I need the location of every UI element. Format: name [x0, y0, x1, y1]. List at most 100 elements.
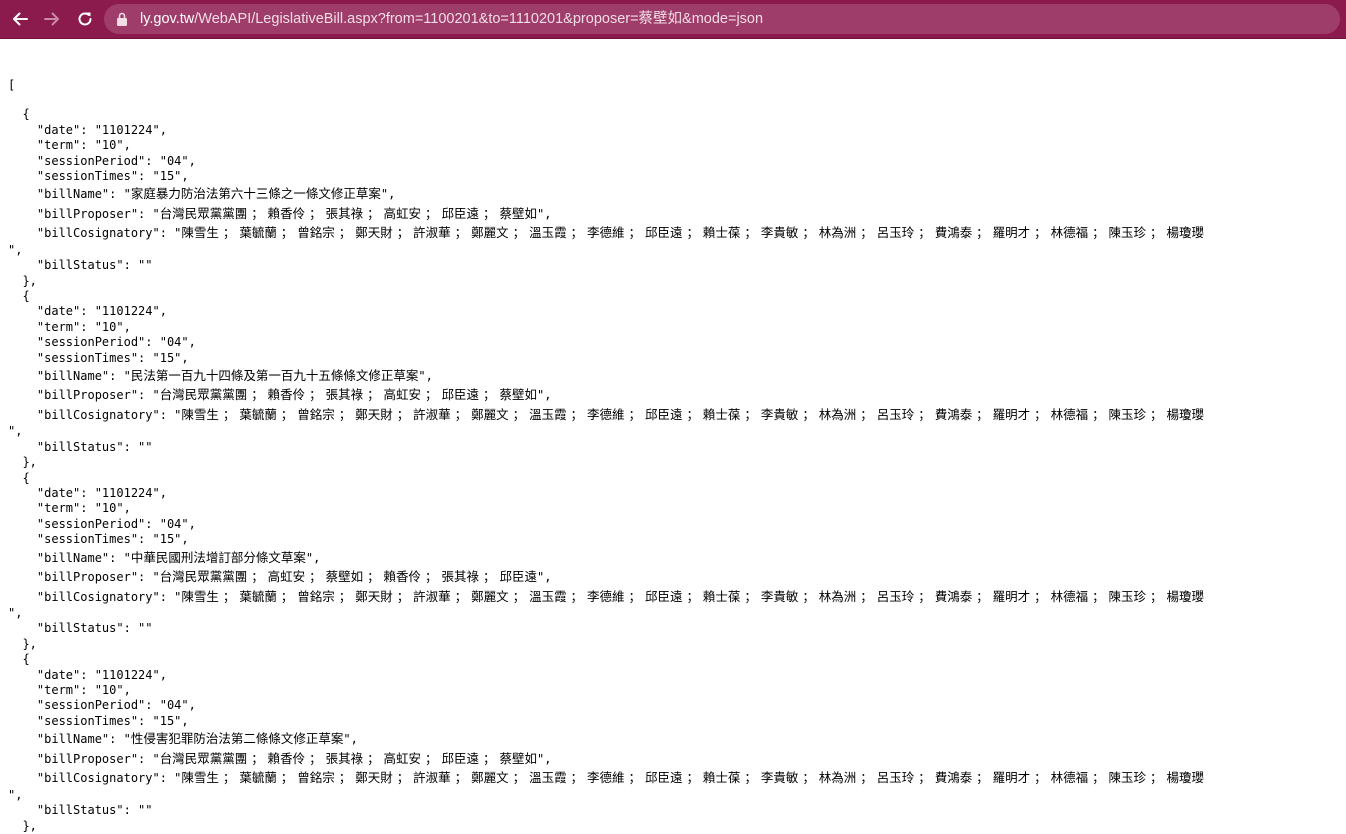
json-key-billCosignatory: "billCosignatory": "	[8, 407, 182, 422]
json-field-sessionPeriod: "sessionPeriod": "04",	[8, 698, 1346, 713]
json-punct: ",	[152, 122, 167, 137]
json-key-billStatus: "billStatus": "	[8, 621, 146, 636]
json-key-billName: "billName": "	[8, 550, 131, 565]
json-key-billName: "billName": "	[8, 187, 131, 202]
back-button[interactable]	[7, 6, 33, 32]
json-value-term: 10	[101, 683, 117, 698]
json-value-billName: 性侵害犯罪防治法第二條條文修正草案	[130, 731, 344, 747]
json-value-billProposer: 台灣民眾黨黨團 ； 高虹安 ； 蔡壁如 ； 賴香伶 ； 張其祿 ； 邱臣遠	[159, 569, 537, 585]
json-field-billStatus: "billStatus": ""	[8, 803, 1346, 818]
json-field-billStatus: "billStatus": ""	[8, 258, 1346, 273]
json-punct: ",	[116, 138, 131, 153]
json-field-term: "term": "10",	[8, 138, 1346, 153]
json-punct: ",	[536, 570, 552, 585]
json-field-billProposer: "billProposer": "台灣民眾黨黨團 ； 賴香伶 ； 張其祿 ； 高…	[8, 385, 1346, 405]
json-punct: ",	[536, 751, 552, 766]
url-text[interactable]: ly.gov.tw/WebAPI/LegislativeBill.aspx?fr…	[140, 10, 763, 28]
json-value-term: 10	[101, 501, 117, 516]
json-field-date: "date": "1101224",	[8, 668, 1346, 683]
json-key-sessionTimes: "sessionTimes": "	[8, 713, 160, 728]
browser-toolbar: ly.gov.tw/WebAPI/LegislativeBill.aspx?fr…	[0, 0, 1346, 39]
json-field-sessionTimes: "sessionTimes": "15",	[8, 714, 1346, 729]
json-key-sessionTimes: "sessionTimes": "	[8, 532, 160, 547]
json-value-sessionPeriod: 04	[166, 516, 182, 531]
url-host: ly.gov.tw	[140, 11, 195, 27]
json-object-close: },	[8, 455, 37, 470]
json-punct: ",	[152, 667, 167, 682]
json-value-sessionTimes: 15	[159, 532, 175, 547]
json-key-sessionTimes: "sessionTimes": "	[8, 350, 160, 365]
json-wrapped-tail: ",	[8, 787, 23, 802]
json-value-billProposer: 台灣民眾黨黨團 ； 賴香伶 ； 張其祿 ； 高虹安 ； 邱臣遠 ； 蔡壁如	[159, 205, 537, 221]
arrow-left-icon	[13, 12, 28, 26]
json-field-term: "term": "10",	[8, 320, 1346, 335]
json-value-date: 1101224	[101, 122, 153, 137]
json-key-billStatus: "billStatus": "	[8, 803, 146, 818]
json-field-sessionPeriod: "sessionPeriod": "04",	[8, 335, 1346, 350]
json-object-close: },	[8, 636, 37, 651]
json-field-billName: "billName": "性侵害犯罪防治法第二條條文修正草案",	[8, 729, 1346, 749]
json-object-close: },	[8, 818, 37, 833]
json-key-date: "date": "	[8, 667, 102, 682]
json-object-open: {	[8, 107, 30, 122]
json-key-term: "term": "	[8, 501, 102, 516]
json-punct: ",	[174, 350, 189, 365]
json-field-date: "date": "1101224",	[8, 486, 1346, 501]
json-key-billStatus: "billStatus": "	[8, 258, 146, 273]
json-value-billName: 中華民國刑法增訂部分條文草案	[130, 549, 306, 565]
json-punct: ",	[380, 187, 396, 202]
json-field-billName: "billName": "民法第一百九十四條及第一百九十五條條文修正草案",	[8, 366, 1346, 386]
json-field-billStatus: "billStatus": ""	[8, 621, 1346, 636]
lock-icon	[117, 12, 127, 26]
json-field-billCosignatory: "billCosignatory": "陳雪生 ； 葉毓蘭 ； 曾銘宗 ； 鄭天…	[8, 768, 1346, 788]
json-key-billProposer: "billProposer": "	[8, 751, 160, 766]
json-field-billCosignatory: "billCosignatory": "陳雪生 ； 葉毓蘭 ； 曾銘宗 ； 鄭天…	[8, 405, 1346, 425]
json-punct: ",	[174, 713, 189, 728]
json-value-term: 10	[101, 138, 117, 153]
json-object-open: {	[8, 289, 30, 304]
reload-button[interactable]	[72, 6, 98, 32]
json-punct: ",	[181, 516, 196, 531]
json-value-sessionPeriod: 04	[166, 153, 182, 168]
json-punct: ",	[116, 501, 131, 516]
json-value-date: 1101224	[101, 304, 153, 319]
json-field-sessionTimes: "sessionTimes": "15",	[8, 169, 1346, 184]
forward-button[interactable]	[39, 6, 65, 32]
json-field-billProposer: "billProposer": "台灣民眾黨黨團 ； 高虹安 ； 蔡壁如 ； 賴…	[8, 567, 1346, 587]
json-value-sessionPeriod: 04	[166, 698, 182, 713]
json-key-term: "term": "	[8, 683, 102, 698]
json-object-open: {	[8, 652, 30, 667]
json-punct: ",	[181, 698, 196, 713]
json-field-billCosignatory: "billCosignatory": "陳雪生 ； 葉毓蘭 ； 曾銘宗 ； 鄭天…	[8, 223, 1346, 243]
json-punct: ",	[305, 550, 321, 565]
json-punct: "	[145, 258, 153, 273]
json-key-billCosignatory: "billCosignatory": "	[8, 589, 182, 604]
json-value-billProposer: 台灣民眾黨黨團 ； 賴香伶 ； 張其祿 ； 高虹安 ； 邱臣遠 ； 蔡壁如	[159, 387, 537, 403]
json-key-date: "date": "	[8, 122, 102, 137]
json-value-billCosignatory: 陳雪生 ； 葉毓蘭 ； 曾銘宗 ； 鄭天財 ； 許淑華 ； 鄭麗文 ； 溫玉霞 …	[181, 406, 1204, 422]
json-punct: ",	[116, 319, 131, 334]
json-key-date: "date": "	[8, 486, 102, 501]
json-punct: ",	[343, 732, 358, 747]
json-key-sessionPeriod: "sessionPeriod": "	[8, 335, 167, 350]
json-field-date: "date": "1101224",	[8, 123, 1346, 138]
json-punct: ",	[174, 168, 189, 183]
json-field-billProposer: "billProposer": "台灣民眾黨黨團 ； 賴香伶 ； 張其祿 ； 高…	[8, 749, 1346, 769]
json-value-sessionTimes: 15	[159, 350, 175, 365]
json-key-term: "term": "	[8, 319, 102, 334]
json-punct: ",	[536, 206, 552, 221]
json-object-close: },	[8, 273, 37, 288]
json-punct: ",	[181, 153, 196, 168]
json-value-term: 10	[101, 319, 117, 334]
json-value-sessionTimes: 15	[159, 168, 175, 183]
json-wrapped-tail: ",	[8, 242, 23, 257]
json-field-billCosignatory: "billCosignatory": "陳雪生 ； 葉毓蘭 ； 曾銘宗 ； 鄭天…	[8, 587, 1346, 607]
json-value-billCosignatory: 陳雪生 ； 葉毓蘭 ； 曾銘宗 ； 鄭天財 ； 許淑華 ； 鄭麗文 ； 溫玉霞 …	[181, 770, 1204, 786]
json-value-billCosignatory: 陳雪生 ； 葉毓蘭 ； 曾銘宗 ； 鄭天財 ； 許淑華 ； 鄭麗文 ； 溫玉霞 …	[181, 225, 1204, 241]
json-viewer: [ { "date": "1101224", "term": "10", "se…	[8, 50, 1346, 834]
json-value-date: 1101224	[101, 667, 153, 682]
json-key-date: "date": "	[8, 304, 102, 319]
json-wrapped-tail: ",	[8, 424, 23, 439]
json-value-billProposer: 台灣民眾黨黨團 ； 賴香伶 ； 張其祿 ； 高虹安 ； 邱臣遠 ； 蔡壁如	[159, 750, 537, 766]
json-key-sessionPeriod: "sessionPeriod": "	[8, 153, 167, 168]
